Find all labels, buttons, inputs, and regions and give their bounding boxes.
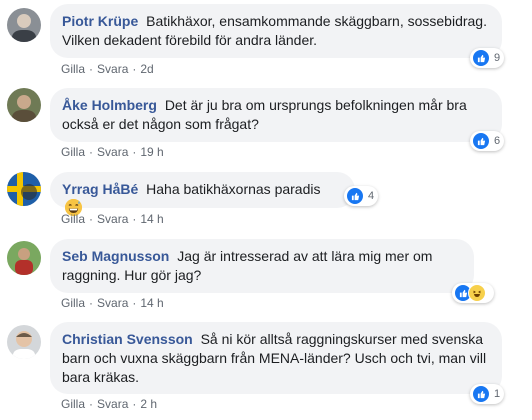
- comment-bubble: Yrrag HåBé Haha batikhäxornas paradis: [50, 172, 355, 216]
- avatar[interactable]: [7, 172, 41, 206]
- reaction-count: 6: [494, 135, 501, 147]
- comment-actions: Gilla · Svara · 19 h: [61, 144, 164, 160]
- separator: ·: [89, 296, 94, 310]
- comment-bubble: Seb Magnusson Jag är intresserad av att …: [50, 239, 474, 293]
- comment-bubble: Åke Holmberg Det är ju bra om ursprungs …: [50, 88, 502, 142]
- reaction-summary[interactable]: 4: [344, 186, 379, 206]
- comment-actions: Gilla · Svara · 2 h: [61, 396, 157, 412]
- comment-bubble: Christian Svensson Så ni kör alltså ragg…: [50, 322, 502, 394]
- separator: ·: [89, 145, 94, 159]
- comment-time[interactable]: 2d: [140, 62, 153, 76]
- like-reaction-icon: [472, 49, 490, 67]
- avatar[interactable]: [7, 8, 41, 42]
- reaction-count: 1: [494, 388, 501, 400]
- separator: ·: [89, 212, 94, 226]
- like-link[interactable]: Gilla: [61, 296, 85, 310]
- comment-time[interactable]: 14 h: [140, 296, 163, 310]
- separator: ·: [132, 145, 137, 159]
- separator: ·: [132, 212, 137, 226]
- like-link[interactable]: Gilla: [61, 145, 85, 159]
- comment-author[interactable]: Piotr Krüpe: [62, 13, 138, 29]
- like-link[interactable]: Gilla: [61, 62, 85, 76]
- comment-author[interactable]: Seb Magnusson: [62, 248, 169, 264]
- reaction-count: 4: [368, 190, 375, 202]
- comment-text: Haha batikhäxornas paradis: [146, 181, 321, 197]
- reply-link[interactable]: Svara: [97, 296, 128, 310]
- reply-link[interactable]: Svara: [97, 212, 128, 226]
- comment-author[interactable]: Åke Holmberg: [62, 97, 157, 113]
- separator: ·: [132, 62, 137, 76]
- comment-bubble: Piotr Krüpe Batikhäxor, ensamkommande sk…: [50, 4, 502, 58]
- separator: ·: [132, 296, 137, 310]
- like-link[interactable]: Gilla: [61, 397, 85, 411]
- comment-actions: Gilla · Svara · 2d: [61, 61, 154, 77]
- separator: ·: [132, 397, 137, 411]
- reaction-summary[interactable]: 9: [470, 48, 505, 68]
- haha-reaction-icon: [468, 284, 486, 302]
- comment-actions: Gilla · Svara · 14 h: [61, 295, 164, 311]
- like-reaction-icon: [346, 187, 364, 205]
- like-reaction-icon: [472, 132, 490, 150]
- comment-author[interactable]: Christian Svensson: [62, 331, 193, 347]
- like-link[interactable]: Gilla: [61, 212, 85, 226]
- reply-link[interactable]: Svara: [97, 62, 128, 76]
- reaction-summary[interactable]: 1: [470, 384, 505, 404]
- reply-link[interactable]: Svara: [97, 397, 128, 411]
- comment-author[interactable]: Yrrag HåBé: [62, 181, 138, 197]
- like-reaction-icon: [472, 385, 490, 403]
- reaction-summary[interactable]: [452, 283, 494, 303]
- comment-time[interactable]: 19 h: [140, 145, 163, 159]
- avatar[interactable]: [7, 241, 41, 275]
- separator: ·: [89, 62, 94, 76]
- separator: ·: [89, 397, 94, 411]
- avatar[interactable]: [7, 88, 41, 122]
- avatar[interactable]: [7, 325, 41, 359]
- reaction-count: 9: [494, 52, 501, 64]
- reply-link[interactable]: Svara: [97, 145, 128, 159]
- comment-actions: Gilla · Svara · 14 h: [61, 211, 164, 227]
- comment-time[interactable]: 2 h: [140, 397, 157, 411]
- reaction-summary[interactable]: 6: [470, 131, 505, 151]
- comment-time[interactable]: 14 h: [140, 212, 163, 226]
